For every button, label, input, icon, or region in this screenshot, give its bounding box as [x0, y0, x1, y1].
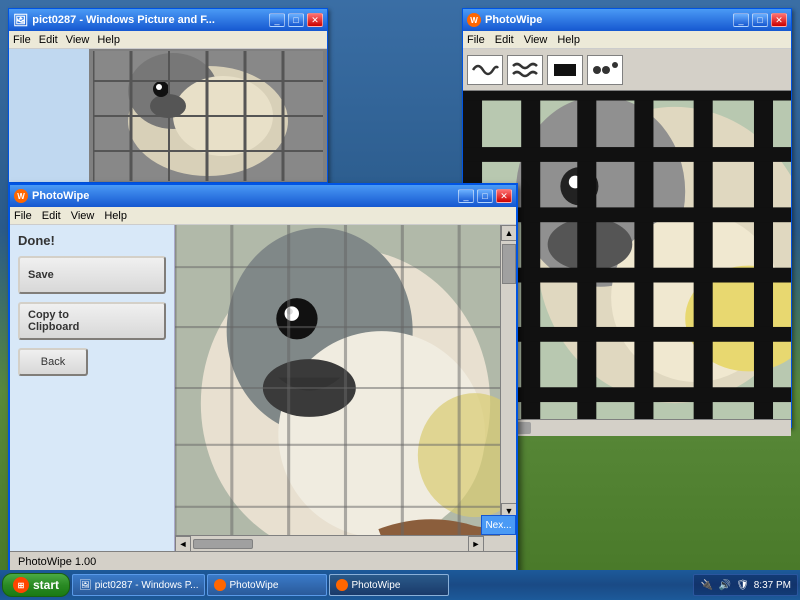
photowipe-bg-menu: File Edit View Help [463, 31, 791, 49]
bg-minimize-button[interactable]: _ [733, 13, 749, 27]
right-canvas: ▲ ▼ ◄ ► Nex... [175, 225, 516, 551]
picture-viewer-window: 🖼 pict0287 - Windows Picture and F... _ … [8, 8, 328, 183]
squiggle-tool-1[interactable] [467, 55, 503, 85]
main-close-button[interactable]: ✕ [496, 189, 512, 203]
bg-close-button[interactable]: ✕ [771, 13, 787, 27]
scroll-corner [500, 535, 516, 551]
tray-icon-volume: 🔊 [718, 578, 732, 592]
bg-menu-help[interactable]: Help [557, 34, 580, 46]
taskbar-tray: 🔌 🔊 🛡 8:37 PM [693, 574, 798, 596]
main-menu-edit[interactable]: Edit [42, 210, 61, 222]
status-bar: PhotoWipe 1.00 [10, 551, 516, 570]
picture-viewer-content [9, 49, 327, 182]
back-button[interactable]: Back [18, 348, 88, 376]
taskbar-btn-photowipe-1[interactable]: PhotoWipe [207, 574, 327, 596]
tray-time: 8:37 PM [754, 580, 791, 591]
scroll-up-arrow[interactable]: ▲ [501, 225, 516, 241]
left-panel: Done! Save Copy toClipboard Back [10, 225, 175, 551]
taskbar-photowipe-icon-1 [214, 579, 226, 591]
bg-menu-view[interactable]: View [524, 34, 548, 46]
scroll-left-arrow[interactable]: ◄ [175, 536, 191, 551]
status-text: PhotoWipe 1.00 [18, 556, 96, 568]
photowipe-main-menu: File Edit View Help [10, 207, 516, 225]
picture-viewer-menu: File Edit View Help [9, 31, 327, 49]
windows-logo-icon: ⊞ [13, 577, 29, 593]
next-button[interactable]: Nex... [481, 515, 516, 535]
save-button[interactable]: Save [18, 256, 166, 294]
menu-help[interactable]: Help [97, 34, 120, 46]
close-button[interactable]: ✕ [307, 13, 323, 27]
squiggle1-icon [470, 58, 500, 82]
picture-viewer-titlebar[interactable]: 🖼 pict0287 - Windows Picture and F... _ … [9, 9, 327, 31]
done-label: Done! [18, 233, 166, 248]
scroll-right-arrow[interactable]: ► [468, 536, 484, 551]
bg-menu-edit[interactable]: Edit [495, 34, 514, 46]
photowipe-main-body: Done! Save Copy toClipboard Back [10, 225, 516, 551]
main-menu-view[interactable]: View [71, 210, 95, 222]
picture-viewer-image [89, 49, 327, 182]
photowipe-main-title: W PhotoWipe [14, 189, 455, 203]
photowipe-main-logo-icon: W [14, 189, 28, 203]
taskbar-btn-picture-viewer[interactable]: 🖼 pict0287 - Windows P... [72, 574, 205, 596]
dots-icon [590, 58, 620, 82]
copy-to-clipboard-button[interactable]: Copy toClipboard [18, 302, 166, 340]
rectangle-tool[interactable] [547, 55, 583, 85]
main-minimize-button[interactable]: _ [458, 189, 474, 203]
rectangle-icon [550, 58, 580, 82]
main-menu-help[interactable]: Help [104, 210, 127, 222]
menu-file[interactable]: File [13, 34, 31, 46]
main-parrot-image [175, 225, 516, 551]
photowipe-bg-toolbar [463, 49, 791, 91]
squiggle2-icon [510, 58, 540, 82]
menu-view[interactable]: View [66, 34, 90, 46]
picture-viewer-sidebar [9, 49, 89, 182]
photowipe-bg-titlebar[interactable]: W PhotoWipe _ □ ✕ [463, 9, 791, 31]
horizontal-scrollbar[interactable]: ◄ ► [175, 535, 500, 551]
tray-icon-network: 🔌 [700, 578, 714, 592]
taskbar: ⊞ start 🖼 pict0287 - Windows P... PhotoW… [0, 570, 800, 600]
parrot-image [93, 51, 323, 181]
minimize-button[interactable]: _ [269, 13, 285, 27]
start-button[interactable]: ⊞ start [2, 573, 70, 597]
photowipe-bg-title: W PhotoWipe [467, 13, 730, 27]
dots-tool[interactable] [587, 55, 623, 85]
photowipe-main-titlebar[interactable]: W PhotoWipe _ □ ✕ [10, 185, 516, 207]
tray-icon-antivirus: 🛡 [736, 578, 750, 592]
bg-menu-file[interactable]: File [467, 34, 485, 46]
menu-edit[interactable]: Edit [39, 34, 58, 46]
scroll-thumb-v[interactable] [502, 244, 516, 284]
bg-maximize-button[interactable]: □ [752, 13, 768, 27]
squiggle-tool-2[interactable] [507, 55, 543, 85]
scroll-thumb-h[interactable] [193, 539, 253, 549]
taskbar-icon-1: 🖼 [79, 580, 92, 591]
photowipe-main-window: W PhotoWipe _ □ ✕ File Edit View Help Do… [8, 183, 518, 570]
desktop: 🖼 pict0287 - Windows Picture and F... _ … [0, 0, 800, 570]
main-restore-button[interactable]: □ [477, 189, 493, 203]
photowipe-logo-icon: W [467, 13, 481, 27]
main-menu-file[interactable]: File [14, 210, 32, 222]
taskbar-photowipe-icon-2 [336, 579, 348, 591]
maximize-button[interactable]: □ [288, 13, 304, 27]
vertical-scrollbar[interactable]: ▲ ▼ [500, 225, 516, 535]
taskbar-btn-photowipe-2[interactable]: PhotoWipe [329, 574, 449, 596]
picture-viewer-title: 🖼 pict0287 - Windows Picture and F... [13, 13, 266, 27]
